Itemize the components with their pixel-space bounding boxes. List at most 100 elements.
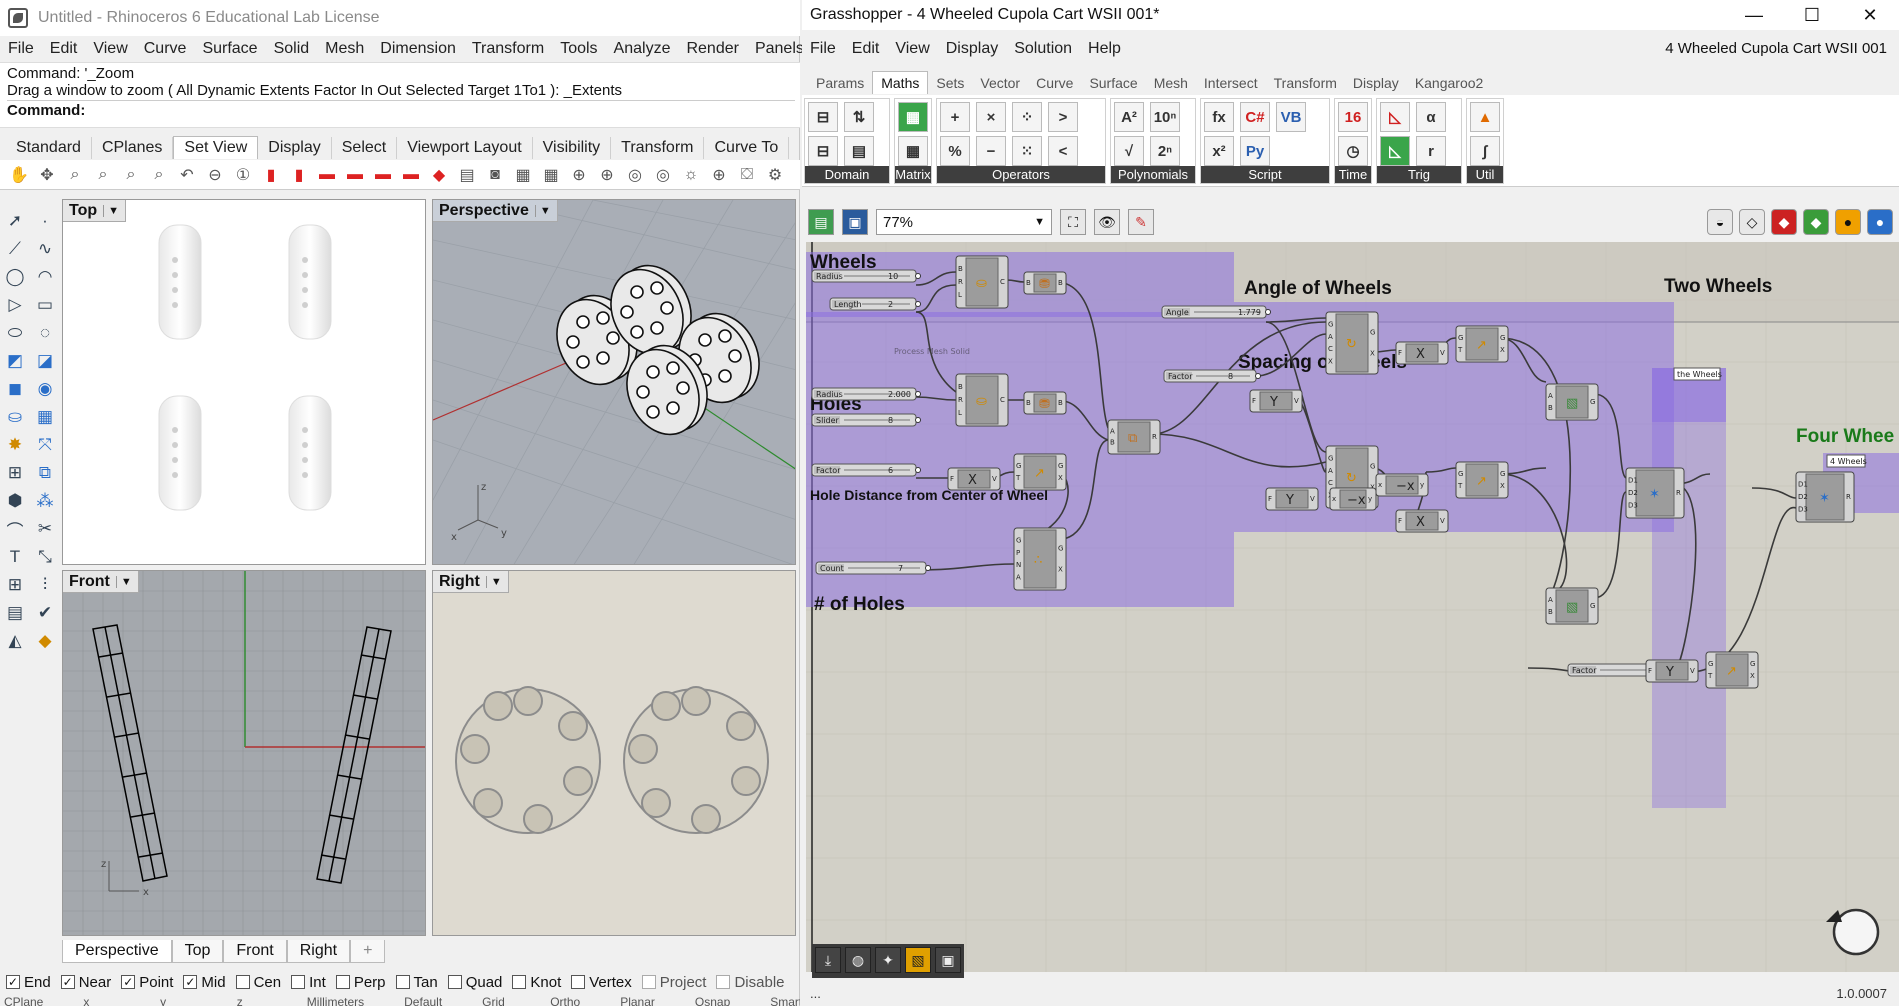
material-icon[interactable]: ● bbox=[1835, 209, 1861, 235]
gh-tab-vector[interactable]: Vector bbox=[972, 72, 1028, 94]
mesh-quality-icon[interactable]: ● bbox=[1867, 209, 1893, 235]
viewport-tab-perspective[interactable]: Perspective bbox=[62, 939, 172, 963]
set-view-icon[interactable]: ▦ bbox=[512, 164, 534, 186]
osnap-near[interactable]: ✓ Near bbox=[60, 974, 111, 991]
polar-array-node[interactable]: GPNAGX∴ bbox=[1013, 527, 1067, 591]
add-viewport-tab-icon[interactable]: + bbox=[350, 939, 386, 963]
toolbar-tab-viewport-layout[interactable]: Viewport Layout bbox=[397, 137, 533, 159]
close-icon[interactable]: ✕ bbox=[1841, 0, 1899, 30]
python-icon[interactable]: Py bbox=[1240, 136, 1270, 166]
viewport-tab-front[interactable]: Front bbox=[223, 939, 287, 963]
osnap-checkbox[interactable] bbox=[512, 975, 527, 989]
menu-curve[interactable]: Curve bbox=[136, 40, 195, 58]
join-icon[interactable]: ⧉ bbox=[32, 460, 58, 486]
gh-tab-intersect[interactable]: Intersect bbox=[1196, 72, 1266, 94]
text-icon[interactable]: T bbox=[2, 544, 28, 570]
osnap-project[interactable]: Project bbox=[641, 974, 706, 991]
sketch-brush-icon[interactable]: ✎ bbox=[1128, 209, 1154, 235]
csharp-icon[interactable]: C# bbox=[1240, 102, 1270, 132]
minimize-icon[interactable]: — bbox=[1725, 0, 1783, 30]
car-top-icon[interactable]: ▬ bbox=[316, 164, 338, 186]
gh-menu-help[interactable]: Help bbox=[1080, 40, 1129, 58]
menu-render[interactable]: Render bbox=[678, 40, 746, 58]
ellipse-icon[interactable]: ⬭ bbox=[2, 320, 28, 346]
evaluate-icon[interactable]: x² bbox=[1204, 136, 1234, 166]
gh-menu-edit[interactable]: Edit bbox=[844, 40, 888, 58]
named-view-icon[interactable]: ▤ bbox=[456, 164, 478, 186]
gh-canvas[interactable]: Wheels Holes Hole Distance from Center o… bbox=[806, 242, 1899, 972]
check-icon[interactable]: ✔ bbox=[32, 600, 58, 626]
power-of-2-icon[interactable]: 2ⁿ bbox=[1150, 136, 1180, 166]
calendar-icon[interactable]: 16 bbox=[1338, 102, 1368, 132]
toolbar-tab-visibility[interactable]: Visibility bbox=[533, 137, 612, 159]
merge-node[interactable]: D1 D2 D3 R ✶ bbox=[1625, 467, 1685, 519]
menu-analyze[interactable]: Analyze bbox=[606, 40, 679, 58]
zoom-out-icon[interactable]: ⊖ bbox=[204, 164, 226, 186]
zoom-window-icon[interactable]: ⌕ bbox=[64, 164, 86, 186]
slider-spacing[interactable]: Factor 8 bbox=[1163, 369, 1261, 383]
osnap-checkbox[interactable] bbox=[235, 975, 250, 989]
osnap-checkbox[interactable] bbox=[447, 975, 462, 989]
osnap-end[interactable]: ✓ End bbox=[6, 974, 51, 991]
preview-wireframe-icon[interactable]: ◒ bbox=[1707, 209, 1733, 235]
polyline-icon[interactable]: ⟋ bbox=[2, 236, 28, 262]
car-persp-icon[interactable]: ◆ bbox=[428, 164, 450, 186]
osnap-checkbox[interactable]: ✓ bbox=[121, 975, 136, 989]
toolbar-tab-select[interactable]: Select bbox=[332, 137, 398, 159]
larger-than-icon[interactable]: > bbox=[1048, 102, 1078, 132]
solid-node-holes[interactable]: B B ⛃ bbox=[1023, 391, 1067, 415]
select-arrow-icon[interactable]: ➚ bbox=[2, 208, 28, 234]
point-icon[interactable]: · bbox=[32, 208, 58, 234]
preview-eye-icon[interactable]: 👁 bbox=[1094, 209, 1120, 235]
lens-icon[interactable]: ◎ bbox=[624, 164, 646, 186]
mirror-node-1[interactable]: AB G ▧ bbox=[1545, 383, 1599, 421]
zoom-dropdown[interactable]: 77% ▼ bbox=[876, 209, 1052, 235]
gaussian-icon[interactable]: ▲ bbox=[1470, 102, 1500, 132]
slider-slider[interactable]: Slider 8 bbox=[811, 413, 921, 427]
slider-count[interactable]: Count 7 bbox=[815, 561, 931, 575]
osnap-mid[interactable]: ✓ Mid bbox=[183, 974, 226, 991]
lock-view-icon[interactable]: ⛋ bbox=[736, 164, 758, 186]
preview-shaded-icon[interactable]: ◇ bbox=[1739, 209, 1765, 235]
pan-hand-icon[interactable]: ✋ bbox=[8, 164, 30, 186]
save-file-icon[interactable]: ▣ bbox=[842, 209, 868, 235]
viewport-right[interactable]: Right ▼ bbox=[432, 570, 796, 936]
plan-view-icon[interactable]: ▦ bbox=[540, 164, 562, 186]
osnap-knot[interactable]: Knot bbox=[512, 974, 561, 991]
osnap-disable[interactable]: Disable bbox=[716, 974, 785, 991]
chevron-down-icon[interactable]: ▼ bbox=[485, 575, 502, 588]
bake-icon[interactable]: ▣ bbox=[935, 947, 961, 973]
gimbal-icon[interactable]: ⊕ bbox=[708, 164, 730, 186]
coil-icon[interactable]: ◍ bbox=[845, 947, 871, 973]
solid-difference-node[interactable]: AB R ⧉ bbox=[1107, 419, 1161, 455]
grid-icon[interactable]: ⊞ bbox=[2, 572, 28, 598]
navigation-compass-icon[interactable] bbox=[1826, 908, 1880, 956]
undo-view-icon[interactable]: ↶ bbox=[176, 164, 198, 186]
matrix-grid-icon[interactable]: ▦ bbox=[898, 136, 928, 166]
viewport-front[interactable]: Front ▼ z x bbox=[62, 570, 426, 936]
menu-file[interactable]: File bbox=[0, 40, 42, 58]
scale-icon[interactable]: ⤡ bbox=[32, 544, 58, 570]
osnap-checkbox[interactable] bbox=[335, 975, 350, 989]
move-node-bottom[interactable]: GTGX↗ bbox=[1705, 651, 1759, 689]
sun-icon[interactable]: ☼ bbox=[680, 164, 702, 186]
gh-tab-mesh[interactable]: Mesh bbox=[1146, 72, 1196, 94]
render-icon[interactable]: ◆ bbox=[32, 628, 58, 654]
slider-wheel-radius[interactable]: Radius 10 bbox=[811, 269, 921, 283]
extrude-surface-icon[interactable]: ◪ bbox=[32, 348, 58, 374]
slider-hole-radius[interactable]: Radius 2.000 bbox=[811, 387, 921, 401]
move-node-holes[interactable]: GTGX↗ bbox=[1013, 453, 1067, 491]
toolbar-tab-curve-to[interactable]: Curve To bbox=[704, 137, 790, 159]
zoom-extents-icon[interactable]: ⛶ bbox=[1060, 209, 1086, 235]
merge-node-final[interactable]: D1 D2 D3 R ✶ bbox=[1795, 471, 1855, 523]
osnap-quad[interactable]: Quad bbox=[447, 974, 502, 991]
surface-icon[interactable]: ◩ bbox=[2, 348, 28, 374]
cylinder-node-wheels[interactable]: BRL C ⛀ bbox=[955, 255, 1009, 309]
clock-icon[interactable]: ◷ bbox=[1338, 136, 1368, 166]
zoom-selected-icon[interactable]: ⌕ bbox=[148, 164, 170, 186]
subtraction-icon[interactable]: − bbox=[976, 136, 1006, 166]
status-layer[interactable]: Default bbox=[404, 995, 442, 1006]
gh-tab-sets[interactable]: Sets bbox=[928, 72, 972, 94]
gh-tab-surface[interactable]: Surface bbox=[1081, 72, 1145, 94]
mirror-node-2[interactable]: AB G ▧ bbox=[1545, 587, 1599, 625]
